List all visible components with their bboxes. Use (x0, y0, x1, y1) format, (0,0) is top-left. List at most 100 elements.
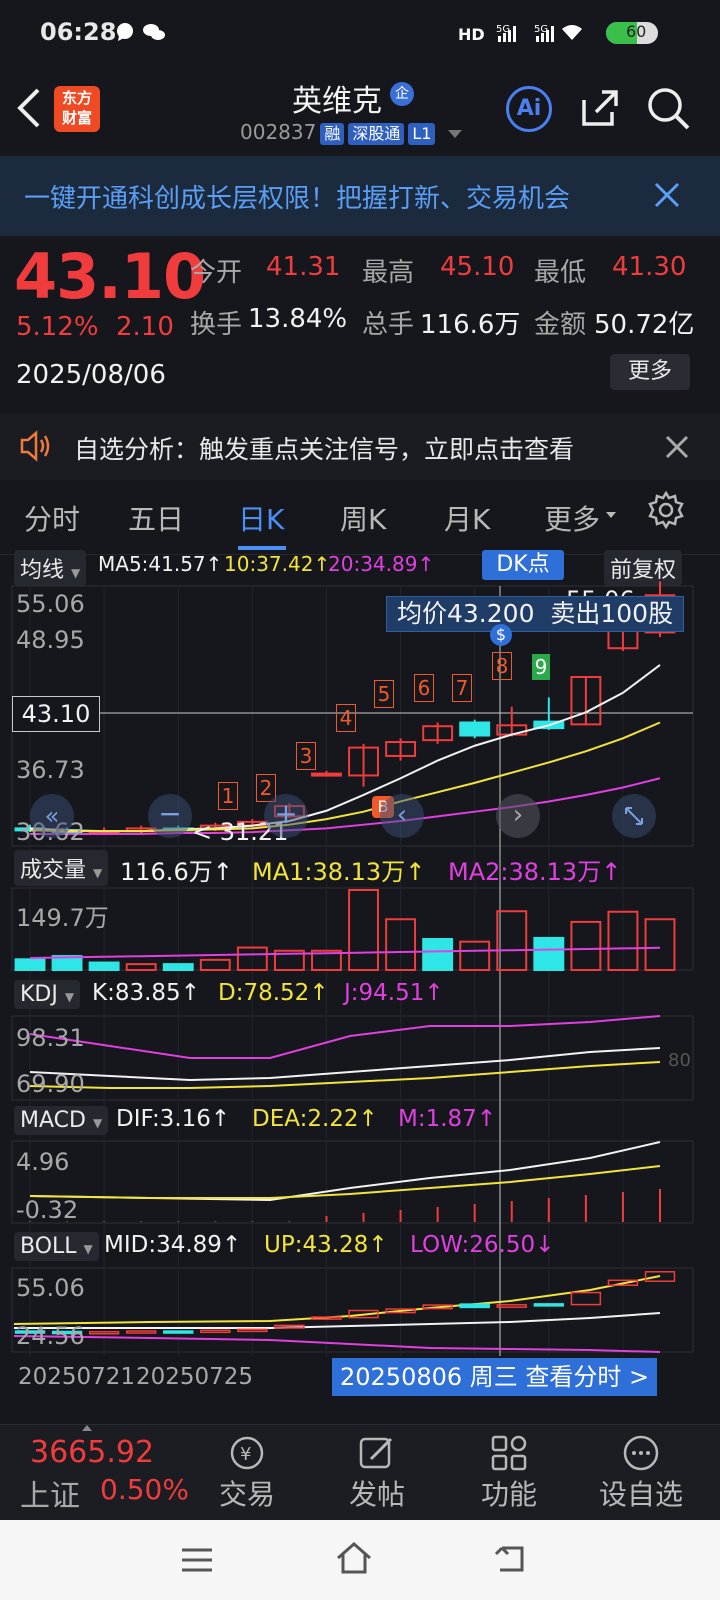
macd-label: MACD (20, 1108, 86, 1133)
tab-weekly-k[interactable]: 周K (340, 498, 386, 538)
boll-label: BOLL (20, 1234, 77, 1259)
boll-candle (125, 1330, 157, 1334)
signal-bar[interactable]: 自选分析：触发重点关注信号，立即点击查看 (0, 414, 720, 480)
next-icon[interactable]: › (496, 794, 540, 838)
search-icon[interactable] (644, 84, 692, 136)
volume-bar (570, 920, 602, 971)
change-pct: 5.12% (16, 312, 99, 342)
boll-tick-bottom: 24.56 (16, 1322, 85, 1350)
banner-text: 一键开通科创成长层权限！把握打新、交易机会 (24, 184, 571, 214)
kdj-d-text: D:78.52 (218, 980, 310, 1006)
boll-mid-text: MID:34.89 (104, 1232, 222, 1258)
zoom-in-icon[interactable]: + (264, 794, 308, 838)
tag-level: L1 (408, 122, 436, 145)
nav-functions[interactable]: 功能 (444, 1425, 574, 1513)
kdj-d-line (29, 1061, 661, 1089)
tab-more[interactable]: 更多 (544, 498, 600, 538)
ma10-line (29, 721, 661, 833)
back-icon[interactable] (14, 86, 44, 134)
svg-text:¥: ¥ (240, 1444, 251, 1465)
signal-icons: HD 5G 5G (458, 20, 598, 50)
tag-connect: 深股通 (348, 122, 405, 145)
signal-marker-7: 7 (452, 674, 472, 702)
settings-gear-icon[interactable] (646, 490, 686, 534)
turnover-label: 换手 (190, 310, 243, 340)
system-nav-bar (0, 1520, 720, 1600)
close-icon[interactable] (652, 180, 682, 214)
kdj-k: K:83.85↑ (92, 980, 200, 1006)
kdj-k-line (29, 1047, 661, 1082)
boll-up: UP:43.28↑ (264, 1232, 388, 1258)
volume-bar (348, 889, 379, 971)
more-button[interactable]: 更多 (610, 354, 690, 390)
logo-text-2: 财富 (61, 109, 92, 127)
battery-level: 60 (626, 22, 647, 41)
app-logo[interactable]: 东方 财富 (54, 86, 100, 132)
selected-date-button[interactable]: 20250806 周三 查看分时 > (332, 1358, 658, 1396)
macd-selector[interactable]: MACD ▼ (14, 1106, 109, 1135)
nav-post[interactable]: 发帖 (312, 1425, 442, 1513)
promo-banner[interactable]: 一键开通科创成长层权限！把握打新、交易机会 (0, 156, 720, 236)
volume-bars (14, 889, 676, 972)
macd-m-text: M:1.87 (398, 1106, 477, 1132)
dropdown-caret-icon[interactable] (447, 129, 462, 138)
kdj-j: J:94.51↑ (344, 980, 444, 1006)
volume-now: 116.6万↑ (120, 858, 233, 886)
zoom-out-icon[interactable]: − (148, 794, 192, 838)
more-dots-icon (623, 1435, 659, 1471)
volume-value: 116.6万 (420, 310, 521, 340)
expand-caret-icon (82, 1425, 92, 1431)
tab-daily-k[interactable]: 日K (238, 498, 284, 538)
prev-icon[interactable]: ‹ (380, 794, 424, 838)
bottom-nav: 3665.92 上证 0.50% ¥ 交易 发帖 功能 设自选 (0, 1424, 720, 1521)
signal-marker-9: 9 (532, 654, 550, 680)
boll-candle (570, 1291, 602, 1306)
nav-add-watchlist[interactable]: 设自选 (576, 1425, 706, 1513)
wechat-icon (142, 22, 166, 46)
change-value: 2.10 (116, 312, 174, 342)
tab-minute[interactable]: 分时 (24, 498, 80, 538)
tab-monthly-k[interactable]: 月K (444, 498, 490, 538)
volume-selector[interactable]: 成交量 ▼ (14, 850, 109, 886)
ai-button[interactable]: Ai (506, 86, 552, 132)
kdj-d: D:78.52↑ (218, 980, 329, 1006)
price-tick-top: 55.06 (16, 590, 85, 618)
signal-marker-3: 3 (296, 742, 316, 770)
message-icon (115, 22, 135, 46)
volume-ma1: MA1:38.13万↑ (252, 858, 426, 886)
edit-icon (359, 1437, 393, 1469)
signal-marker-4: 4 (336, 704, 356, 732)
kdj-j-text: J:94.51 (344, 980, 425, 1006)
boll-candle (533, 1303, 565, 1307)
boll-candle (459, 1303, 490, 1309)
volume-label: 总手 (362, 310, 415, 340)
volume-ma2-text: MA2:38.13万 (448, 858, 602, 886)
back-nav-icon[interactable] (492, 1542, 528, 1580)
scroll-left-icon[interactable]: « (30, 794, 74, 838)
home-icon[interactable] (334, 1540, 374, 1580)
quote-date: 2025/08/06 (16, 360, 166, 390)
volume-bar (533, 936, 565, 972)
volume-bar (14, 958, 46, 971)
chart-area: 均线 ▼ MA5:41.57↑ 10:37.42↑ 20:34.89↑ DK点 … (0, 550, 720, 1424)
turnover-value: 13.84% (248, 304, 348, 334)
price-tick-4: 36.73 (16, 756, 85, 784)
nav-trade[interactable]: ¥ 交易 (182, 1425, 312, 1513)
more-caret-icon (606, 512, 616, 518)
boll-candle (163, 1330, 194, 1334)
index-ticker[interactable]: 3665.92 上证 0.50% (0, 1425, 200, 1521)
boll-selector[interactable]: BOLL ▼ (14, 1232, 99, 1261)
boll-candle (200, 1329, 231, 1334)
status-time: 06:28 (40, 18, 117, 46)
macd-m: M:1.87↑ (398, 1106, 497, 1132)
signal-marker-5: 5 (374, 680, 394, 708)
ai-label: Ai (516, 96, 542, 121)
boll-mid-line (14, 1312, 661, 1329)
signal-close-icon[interactable] (664, 434, 690, 464)
stock-code: 002837 (240, 120, 317, 144)
tab-five-day[interactable]: 五日 (128, 498, 184, 538)
share-icon[interactable] (578, 86, 622, 134)
kdj-selector[interactable]: KDJ ▼ (14, 980, 81, 1009)
menu-icon[interactable] (180, 1546, 214, 1578)
fullscreen-icon[interactable] (612, 794, 656, 838)
